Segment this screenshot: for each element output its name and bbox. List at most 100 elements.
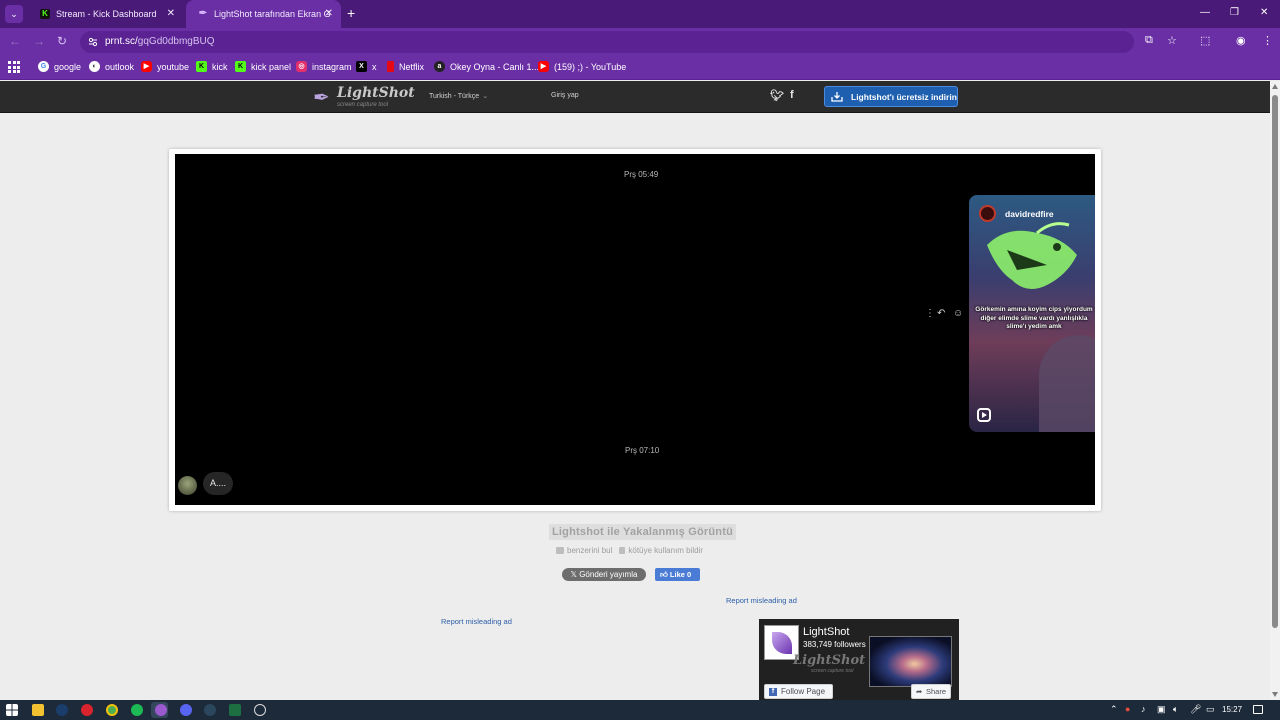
discord-icon[interactable] [180, 704, 192, 716]
bookmark-youtube-159[interactable]: ▶ (159) ;) - YouTube [538, 61, 626, 72]
windows-taskbar: ⌃ ● ♪ ▣ 🔈︎ 🎤︎ ▭ 15:27 [0, 700, 1280, 720]
excel-icon[interactable] [229, 704, 241, 716]
tab-lightshot[interactable]: ✒ LightShot tarafından Ekran Görüntüsü ✕ [186, 0, 341, 28]
new-tab-button[interactable]: + [347, 6, 355, 20]
find-similar-link[interactable]: benzerini bul [556, 546, 612, 555]
report-ad-link[interactable]: Report misleading ad [441, 617, 512, 626]
spotify-icon[interactable] [131, 704, 143, 716]
x-icon: 𝕏 [570, 570, 580, 579]
browser-menu-icon[interactable]: ⋮ [1262, 34, 1273, 47]
close-tab-icon[interactable]: ✕ [167, 8, 175, 19]
lightshot-logo[interactable]: ✒ LightShot screen capture tool [313, 84, 415, 110]
reel-creature-image [987, 222, 1077, 289]
close-tab-icon[interactable]: ✕ [325, 8, 333, 19]
report-abuse-link[interactable]: kötüye kullanım bildir [619, 546, 703, 555]
scroll-down-icon[interactable] [1272, 692, 1278, 697]
opera-icon[interactable] [81, 704, 93, 716]
timestamp-bottom: Prş 07:10 [625, 446, 660, 455]
url-field[interactable]: prnt.sc/gqGd0dbmgBUQ [80, 31, 1134, 53]
reload-icon[interactable]: ↻ [57, 34, 67, 48]
extensions-icon[interactable]: ⬚ [1200, 34, 1210, 47]
volume-icon[interactable]: 🔈︎ [1173, 704, 1178, 715]
bookmark-google[interactable]: G google [38, 61, 81, 72]
tray-app-icon[interactable]: ● [1125, 704, 1130, 714]
tray-overflow-icon[interactable]: ⌃ [1110, 704, 1118, 715]
clock-time[interactable]: 15:27 [1222, 705, 1242, 714]
obs-icon[interactable] [254, 704, 266, 716]
page-scrollbar[interactable] [1270, 81, 1280, 700]
reel-username: davidredfire [1005, 209, 1054, 219]
steam-icon[interactable] [204, 704, 216, 716]
facebook-icon[interactable]: f [790, 89, 794, 101]
tray-app-icon[interactable]: ▣ [1157, 704, 1166, 715]
login-link[interactable]: Giriş yap [551, 92, 579, 99]
share-button[interactable]: ➦ Share [911, 684, 951, 699]
reels-icon [977, 408, 991, 422]
bookmark-star-icon[interactable]: ☆ [1167, 34, 1177, 47]
address-bar-row: ← → ↻ prnt.sc/gqGd0dbmgBUQ ⧉ ☆ ⬚ ◉ ⋮ [0, 28, 1280, 55]
bookmark-x[interactable]: X x [356, 61, 377, 72]
report-ad-link[interactable]: Report misleading ad [726, 596, 797, 605]
apps-grid-icon[interactable] [8, 61, 20, 73]
facebook-page-widget: LightShot 383,749 followers LightShot sc… [759, 619, 959, 700]
download-button[interactable]: Lightshot'ı ücretsiz indirin [824, 86, 958, 107]
facebook-like-button[interactable]: 👍︎ Like 0 [655, 568, 700, 581]
forward-icon[interactable]: → [33, 34, 45, 48]
browser-active-icon[interactable] [155, 704, 167, 716]
bookmark-netflix[interactable]: Netflix [387, 61, 424, 72]
image-actions: benzerini bul kötüye kullanım bildir [556, 546, 703, 555]
download-icon [831, 92, 843, 102]
fb-cover-thumbnail[interactable] [869, 636, 952, 687]
scroll-up-icon[interactable] [1272, 84, 1278, 89]
bookmark-label: kick panel [251, 61, 292, 72]
close-window-icon[interactable]: ✕ [1260, 7, 1268, 18]
language-selector[interactable]: Turkish - Türkçe ⌄ [429, 92, 488, 100]
youtube-icon: ▶ [538, 61, 549, 72]
scrollbar-thumb[interactable] [1272, 95, 1278, 628]
steam-icon[interactable] [56, 704, 68, 716]
tab-title: Stream - Kick Dashboard [56, 9, 157, 19]
find-similar-label: benzerini bul [567, 546, 613, 555]
follow-page-button[interactable]: f Follow Page [764, 684, 833, 699]
screenshot-frame: Prş 05:49 Prş 07:10 ⋮ ↶ ☺ davidredfire G… [169, 149, 1101, 511]
restore-icon[interactable]: ❐ [1230, 7, 1239, 18]
tab-kick-dashboard[interactable]: K Stream - Kick Dashboard ✕ [28, 0, 183, 28]
fb-cover-watermark: LightShot [793, 653, 866, 668]
bookmark-outlook[interactable]: ◐ outlook [89, 61, 134, 72]
bookmark-youtube[interactable]: ▶ youtube [141, 61, 189, 72]
file-explorer-icon[interactable] [32, 704, 44, 716]
logo-name: LightShot [337, 85, 415, 101]
windows-start-icon[interactable] [6, 704, 18, 716]
fb-page-name[interactable]: LightShot [803, 626, 849, 638]
notification-icon[interactable] [1253, 705, 1263, 714]
bookmark-kick-panel[interactable]: K kick panel [235, 61, 291, 72]
reel-caption: Görkemin amına koyim cips yiyordum diğer… [975, 306, 1093, 330]
twitter-icon[interactable]: 🐦︎ [770, 89, 784, 102]
minimize-icon[interactable]: — [1200, 7, 1210, 18]
tray-app-icon[interactable]: ♪ [1141, 704, 1146, 714]
logo-tagline: screen capture tool [337, 102, 389, 108]
okey-icon: a [434, 61, 445, 72]
install-app-icon[interactable]: ⧉ [1145, 34, 1153, 47]
site-info-icon[interactable] [88, 37, 98, 47]
bookmark-instagram[interactable]: ◎ instagram [296, 61, 352, 72]
bookmark-label: kick [212, 61, 228, 72]
tweet-button[interactable]: 𝕏 Gönderi yayımla [562, 568, 646, 581]
chrome-icon[interactable] [106, 704, 118, 716]
profile-avatar-icon[interactable]: ◉ [1236, 34, 1246, 47]
microphone-icon[interactable]: 🎤︎ [1190, 704, 1201, 715]
bookmark-kick[interactable]: K kick [196, 61, 228, 72]
browser-tab-bar: ⌄ K Stream - Kick Dashboard ✕ ✒ LightSho… [0, 0, 1280, 28]
bookmark-label: youtube [157, 61, 190, 72]
kick-icon: K [40, 9, 50, 19]
tab-search-button[interactable]: ⌄ [5, 5, 23, 23]
bookmark-okey[interactable]: a Okey Oyna - Canlı 1... [434, 61, 539, 72]
trash-icon [619, 547, 626, 554]
screenshot-image[interactable]: Prş 05:49 Prş 07:10 ⋮ ↶ ☺ davidredfire G… [175, 154, 1095, 505]
kick-icon: K [235, 61, 246, 72]
network-icon[interactable]: ▭ [1206, 704, 1215, 715]
follow-page-label: Follow Page [781, 687, 826, 696]
emoji-icon: ☺ [953, 308, 964, 319]
back-icon[interactable]: ← [9, 34, 21, 48]
reel-background-shape [1039, 335, 1095, 432]
